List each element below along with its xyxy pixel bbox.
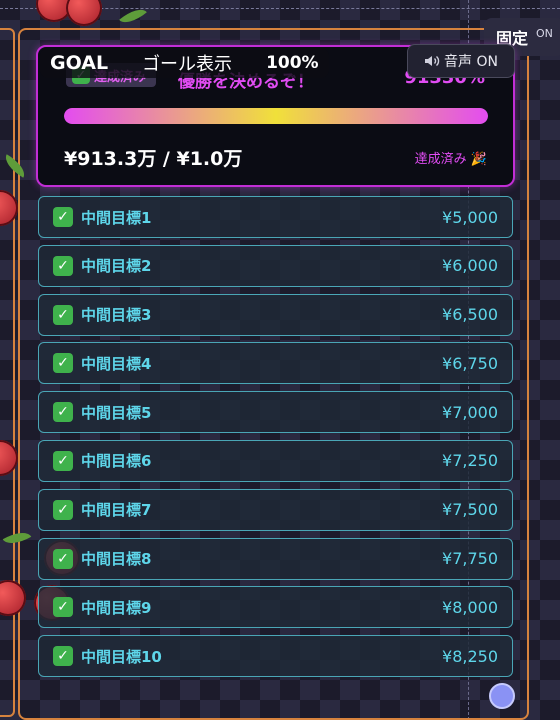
goal-overlay-percent: 100% [266,53,319,73]
milestone-amount: ¥6,000 [442,256,498,276]
cherry-decoration-icon [0,440,18,476]
milestone-label: 中間目標8 [81,550,152,569]
milestone-label: 中間目標2 [81,257,152,276]
cherry-decoration-icon [66,0,102,26]
milestone-row: ✓ 中間目標2 ¥6,000 [38,244,513,287]
leaf-decoration-icon [119,3,147,29]
checkmark-icon: ✓ [53,646,73,667]
milestone-row: ✓ 中間目標1 ¥5,000 [38,196,513,238]
milestone-amount: ¥7,000 [442,402,498,422]
checkmark-icon: ✓ [53,499,73,520]
goal-overlay-title: GOAL [50,52,109,74]
milestone-row: ✓ 中間目標4 ¥6,750 [38,342,513,385]
milestone-row: ✓ 中間目標3 ¥6,500 [38,293,513,336]
goal-display-toggle[interactable]: GOAL ゴール表示 100% [40,48,329,78]
goal-amount: ¥913.3万 / ¥1.0万 [64,148,243,170]
milestone-label: 中間目標6 [81,452,152,471]
milestone-row: ✓ 中間目標8 ¥7,750 [38,537,513,580]
milestone-amount: ¥6,750 [442,353,498,373]
milestone-amount: ¥7,750 [442,549,498,569]
sound-toggle-label: 音声 ON [444,54,498,70]
milestone-label: 中間目標9 [81,598,152,617]
milestone-label: 中間目標1 [81,208,152,227]
sound-toggle-button[interactable]: 音声 ON [407,44,515,78]
milestone-amount: ¥6,500 [442,305,498,325]
checkmark-icon: ✓ [53,450,73,471]
milestone-amount: ¥5,000 [442,207,498,227]
milestone-row: ✓ 中間目標10 ¥8,250 [38,635,513,678]
checkmark-icon: ✓ [53,304,73,325]
milestone-label: 中間目標5 [81,403,152,422]
milestone-row: ✓ 中間目標9 ¥8,000 [38,586,513,629]
speaker-icon [425,55,440,67]
milestone-row: ✓ 中間目標5 ¥7,000 [38,391,513,434]
checkmark-icon: ✓ [53,255,73,276]
goal-done-label: 達成済み 🎉 [414,152,487,167]
milestone-label: 中間目標4 [81,354,152,373]
milestone-amount: ¥7,250 [442,451,498,471]
milestone-label: 中間目標7 [81,501,152,520]
fixed-toggle-state: ON [536,27,553,40]
checkmark-icon: ✓ [53,207,73,227]
milestone-amount: ¥8,000 [442,597,498,617]
goal-progress-fill [64,108,488,124]
milestone-row: ✓ 中間目標6 ¥7,250 [38,439,513,482]
checkmark-icon: ✓ [53,353,73,374]
cherry-decoration-icon [0,190,18,226]
checkmark-icon: ✓ [53,597,73,618]
checkmark-icon: ✓ [53,548,73,569]
milestone-label: 中間目標3 [81,306,152,325]
goal-display-label: ゴール表示 [142,54,233,75]
goal-progress-bar [64,108,488,124]
milestone-list: ✓ 中間目標1 ¥5,000 ✓ 中間目標2 ¥6,000 ✓ 中間目標3 ¥6… [38,196,513,684]
resize-handle[interactable] [489,683,515,709]
milestone-label: 中間目標10 [81,647,162,666]
checkmark-icon: ✓ [53,402,73,423]
milestone-amount: ¥8,250 [442,646,498,666]
milestone-row: ✓ 中間目標7 ¥7,500 [38,488,513,531]
milestone-amount: ¥7,500 [442,500,498,520]
